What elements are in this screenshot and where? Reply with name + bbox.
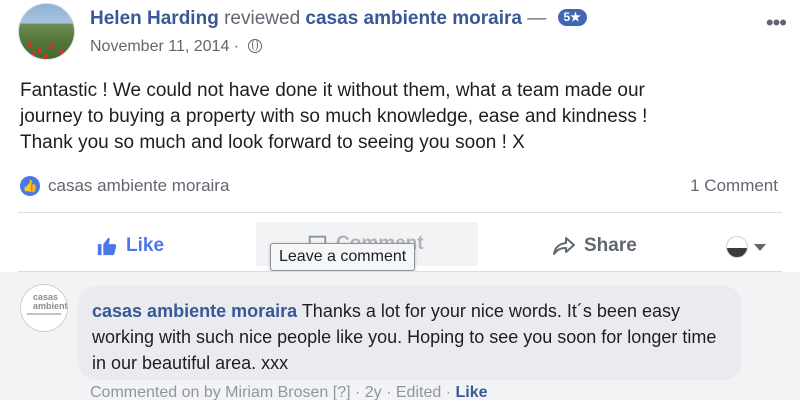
reactors-link[interactable]: casas ambiente moraira — [48, 176, 229, 196]
comment-like-link[interactable]: Like — [455, 384, 487, 400]
logo-mark: casasambiente — [33, 292, 68, 311]
review-line: Thank you so much and look forward to se… — [20, 132, 525, 153]
review-verb: reviewed — [224, 8, 301, 29]
thumbs-up-icon[interactable]: 👍 — [20, 176, 40, 196]
commenter-avatar[interactable]: casasambiente — [20, 284, 68, 332]
like-button[interactable]: Like — [96, 226, 164, 266]
author-avatar[interactable] — [18, 3, 75, 60]
review-text: Fantastic ! We could not have done it wi… — [20, 78, 780, 156]
post-date[interactable]: November 11, 2014 — [90, 38, 229, 55]
share-label: Share — [584, 235, 637, 256]
like-label: Like — [126, 235, 165, 256]
more-options-icon[interactable]: ••• — [766, 10, 787, 36]
globe-icon[interactable] — [247, 39, 262, 53]
comment-meta-text: Commented on by Miriam Brosen [?] · 2y ·… — [90, 384, 456, 400]
post-subheader: November 11, 2014 · — [90, 38, 262, 56]
comment-meta: Commented on by Miriam Brosen [?] · 2y ·… — [90, 384, 487, 400]
header-dash: — — [527, 8, 547, 29]
dot-separator: · — [233, 38, 240, 55]
review-line: journey to buying a property with so muc… — [20, 106, 648, 127]
divider — [18, 212, 782, 213]
share-arrow-icon — [553, 237, 575, 255]
rating-badge: 5★ — [557, 9, 587, 26]
review-line: Fantastic ! We could not have done it wi… — [20, 80, 645, 101]
tooltip: Leave a comment — [270, 243, 416, 271]
caret-down-icon — [754, 243, 766, 251]
post-header: Helen Harding reviewed casas ambiente mo… — [90, 8, 587, 36]
post-as-selector[interactable] — [726, 236, 766, 258]
thumbs-up-icon — [97, 237, 117, 256]
comment-count-link[interactable]: 1 Comment — [690, 176, 778, 196]
review-post: Helen Harding reviewed casas ambiente mo… — [0, 0, 800, 400]
page-mini-avatar — [726, 236, 748, 258]
share-button[interactable]: Share — [552, 226, 637, 266]
logo-line — [27, 313, 61, 315]
commenter-name[interactable]: casas ambiente moraira — [92, 301, 297, 321]
comment-bubble: casas ambiente moraira Thanks a lot for … — [78, 286, 742, 380]
author-name[interactable]: Helen Harding — [90, 8, 219, 29]
reviewed-page-link[interactable]: casas ambiente moraira — [305, 8, 522, 29]
